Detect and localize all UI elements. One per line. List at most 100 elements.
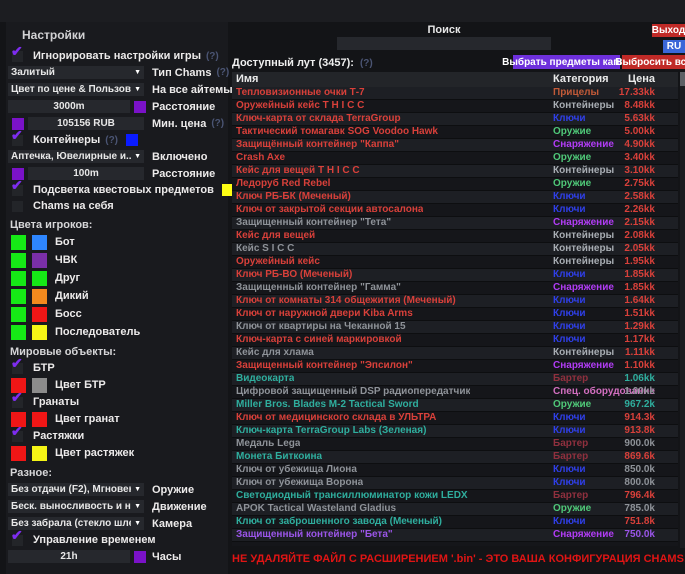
table-scrollbar[interactable]: [680, 72, 685, 548]
color-swatch[interactable]: [11, 446, 26, 461]
checkbox-checked[interactable]: ✔: [12, 363, 23, 374]
loot-row[interactable]: Оружейный кейсКонтейнеры1.95kk: [232, 256, 678, 269]
dropdown-select[interactable]: Цвет по цене & Пользователь▼: [8, 83, 144, 96]
loot-row[interactable]: Ключ от убежища ЛионаКлючи850.0k: [232, 464, 678, 477]
exit-button[interactable]: Выход: [652, 24, 685, 37]
loot-row[interactable]: Кейс S I C CКонтейнеры2.05kk: [232, 243, 678, 256]
dropdown-select[interactable]: Аптечка, Ювелирные и...▼: [8, 150, 144, 163]
loot-row[interactable]: Защищенный контейнер "Эпсилон"Снаряжение…: [232, 360, 678, 373]
loot-row[interactable]: Ключ-карта TerraGroup Labs (Зеленая)Ключ…: [232, 425, 678, 438]
search-input[interactable]: [337, 37, 551, 50]
loot-item-category: Ключи: [553, 334, 586, 345]
color-swatch[interactable]: [32, 325, 47, 340]
loot-item-category: Контейнеры: [553, 347, 614, 358]
loot-row[interactable]: Монета БиткоинаБартер869.6k: [232, 451, 678, 464]
color-swatch[interactable]: [11, 271, 26, 286]
loot-item-category: Снаряжение: [553, 529, 614, 540]
loot-row[interactable]: Кейс для вещей T H I C CКонтейнеры3.10kk: [232, 165, 678, 178]
loot-row[interactable]: Ледоруб Red RebelОружие2.75kk: [232, 178, 678, 191]
checkbox-label: Растяжки: [33, 430, 84, 442]
color-swatch[interactable]: [32, 289, 47, 304]
loot-row[interactable]: Цифровой защищенный DSP радиопередатчикС…: [232, 386, 678, 399]
checkbox-checked[interactable]: ✔: [12, 135, 23, 146]
color-swatch[interactable]: [11, 289, 26, 304]
loot-row[interactable]: ВидеокартаБартер1.06kk: [232, 373, 678, 386]
checkmark-icon: ✔: [11, 178, 23, 192]
color-swatch[interactable]: [11, 307, 26, 322]
loot-row[interactable]: Кейс для вещейКонтейнеры2.08kk: [232, 230, 678, 243]
loot-item-price: 1.06kk: [624, 373, 655, 384]
loot-row[interactable]: Ключ от заброшенного завода (Меченый)Клю…: [232, 516, 678, 529]
color-swatch[interactable]: [32, 253, 47, 268]
sidebar-row-colorrow-21: Цвет гранат: [8, 410, 228, 428]
color-swatch[interactable]: [11, 325, 26, 340]
checkbox-checked[interactable]: ✔: [12, 431, 23, 442]
color-swatch[interactable]: [32, 446, 47, 461]
loot-item-name: Оружейный кейс T H I C C: [236, 100, 364, 111]
loot-row[interactable]: Оружейный кейс T H I C CКонтейнеры8.48kk: [232, 100, 678, 113]
value-input[interactable]: 105156 RUB: [28, 117, 144, 130]
dropdown-select[interactable]: Беск. выносливость и нет уста▼: [8, 500, 144, 513]
color-swatch[interactable]: [32, 307, 47, 322]
loot-item-name: Видеокарта: [236, 373, 294, 384]
drop-all-button[interactable]: Выбросить все: [622, 55, 685, 69]
loot-row[interactable]: Ключ РБ-БК (Меченый)Ключи2.58kk: [232, 191, 678, 204]
loot-row[interactable]: Защищённый контейнер "Каппа"Снаряжение4.…: [232, 139, 678, 152]
loot-row[interactable]: Ключ от комнаты 314 общежития (Меченый)К…: [232, 295, 678, 308]
sidebar-row-colorrow-16: Последователь: [8, 323, 228, 341]
color-swatch[interactable]: [134, 551, 146, 563]
sidebar-row-colorrow-11: Бот: [8, 233, 228, 251]
loot-item-category: Снаряжение: [553, 360, 614, 371]
checkbox-checked[interactable]: ✔: [12, 51, 23, 62]
color-swatch[interactable]: [11, 235, 26, 250]
loot-row[interactable]: Кейс для хламаКонтейнеры1.11kk: [232, 347, 678, 360]
loot-row[interactable]: Ключ-карта с синей маркировкойКлючи1.17k…: [232, 334, 678, 347]
loot-row[interactable]: Защищенный контейнер "Гамма"Снаряжение1.…: [232, 282, 678, 295]
select-kappa-items-button[interactable]: Выбрать предметы каппа: [513, 55, 620, 69]
table-scrollbar-thumb[interactable]: [680, 72, 685, 86]
loot-row[interactable]: Ключ-карта от склада TerraGroupКлючи5.63…: [232, 113, 678, 126]
loot-row[interactable]: Медаль LegaБартер900.0k: [232, 438, 678, 451]
color-swatch[interactable]: [32, 235, 47, 250]
checkbox-checked[interactable]: ✔: [12, 397, 23, 408]
color-swatch[interactable]: [32, 271, 47, 286]
loot-row[interactable]: Ключ от квартиры на Чеканной 15Ключи1.29…: [232, 321, 678, 334]
loot-row[interactable]: Светодиодный трансиллюминатор кожи LEDXБ…: [232, 490, 678, 503]
color-swatch[interactable]: [32, 412, 47, 427]
dropdown-select[interactable]: Без забрала (стекло шлема)▼: [8, 517, 144, 530]
column-header-name: Имя: [236, 73, 258, 85]
checkbox-checked[interactable]: ✔: [12, 185, 23, 196]
loot-row[interactable]: Miller Bros. Blades M-2 Tactical SwordОр…: [232, 399, 678, 412]
checkbox-unchecked[interactable]: [12, 201, 23, 212]
loot-row[interactable]: Ключ от убежища ВоронаКлючи800.0k: [232, 477, 678, 490]
loot-title-text: Доступный лут (3457):: [232, 57, 354, 69]
loot-row[interactable]: Защищенный контейнер "Бета"Снаряжение750…: [232, 529, 678, 542]
value-input[interactable]: 3000m: [8, 100, 130, 113]
loot-row[interactable]: Ключ от закрытой секции автосалонаКлючи2…: [232, 204, 678, 217]
loot-row[interactable]: Crash AxeОружие3.40kk: [232, 152, 678, 165]
loot-item-name: Ключ от убежища Ворона: [236, 477, 363, 488]
loot-row[interactable]: Ключ РБ-ВО (Меченый)Ключи1.85kk: [232, 269, 678, 282]
checkbox-label: Chams на себя: [33, 200, 114, 212]
value-input[interactable]: 21h: [8, 550, 130, 563]
dropdown-select[interactable]: Без отдачи (F2), Мгновенное п▼: [8, 483, 144, 496]
color-swatch[interactable]: [11, 253, 26, 268]
loot-row[interactable]: Защищенный контейнер "Тета"Снаряжение2.1…: [232, 217, 678, 230]
checkmark-icon: ✔: [11, 390, 23, 404]
loot-item-name: Кейс для хлама: [236, 347, 314, 358]
color-row-label: Босс: [55, 308, 82, 320]
color-swatch[interactable]: [32, 378, 47, 393]
loot-item-price: 1.29kk: [624, 321, 655, 332]
loot-row[interactable]: APOK Tactical Wasteland GladiusОружие785…: [232, 503, 678, 516]
value-input[interactable]: 100m: [28, 167, 144, 180]
color-swatch[interactable]: [134, 101, 146, 113]
loot-row[interactable]: [232, 542, 678, 546]
dropdown-select[interactable]: Залитый▼: [8, 66, 144, 79]
loot-row[interactable]: Ключ от наружной двери Kiba ArmsКлючи1.5…: [232, 308, 678, 321]
loot-row[interactable]: Тактический томагавк SOG Voodoo HawkОруж…: [232, 126, 678, 139]
loot-row[interactable]: Ключ от медицинского склада в УЛЬТРАКлюч…: [232, 412, 678, 425]
color-swatch[interactable]: [126, 134, 138, 146]
loot-row[interactable]: Тепловизионные очки Т-7Прицелы17.33kk: [232, 87, 678, 100]
checkbox-checked[interactable]: ✔: [12, 535, 23, 546]
language-button[interactable]: RU: [663, 40, 685, 53]
